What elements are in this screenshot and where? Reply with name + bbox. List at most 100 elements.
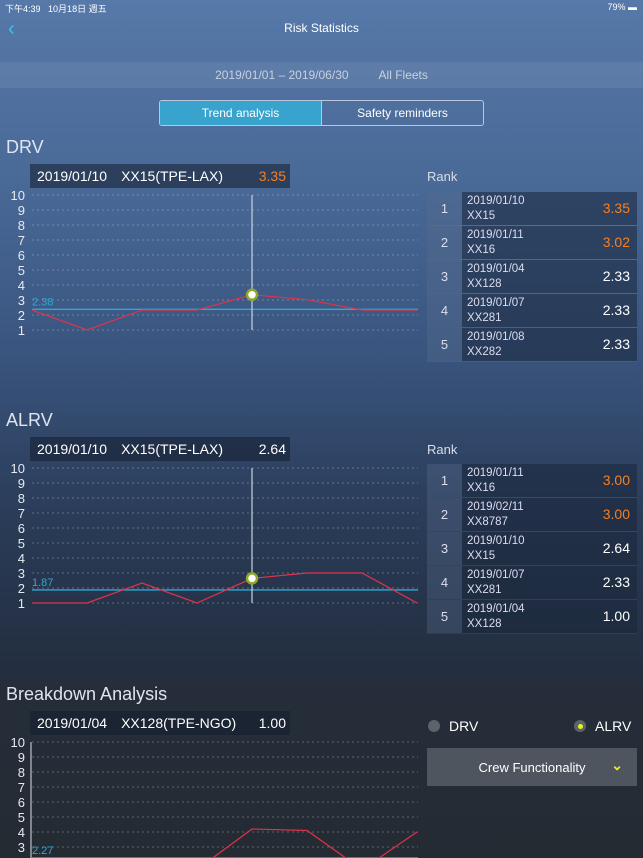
page-title: Risk Statistics (284, 21, 359, 35)
rank-value: 2.33 (602, 268, 630, 284)
y-tick-label: 3 (18, 840, 25, 855)
rank-value: 2.33 (602, 574, 630, 590)
rank-detail: 2019/01/11 XX16 3.00 (462, 464, 637, 497)
y-tick-label: 10 (11, 461, 25, 476)
rank-value: 1.00 (602, 608, 630, 624)
average-label: 2.38 (32, 296, 53, 308)
rank-detail: 2019/01/04 XX128 2.33 (462, 260, 637, 293)
rank-value: 2.33 (602, 336, 630, 352)
rank-row[interactable]: 5 2019/01/08 XX282 2.33 (427, 328, 637, 362)
y-tick-label: 2 (18, 308, 25, 323)
rank-value: 3.00 (602, 472, 630, 488)
rank-number: 5 (427, 600, 462, 633)
category-dropdown[interactable]: Crew Functionality ⌄ (427, 748, 637, 786)
rank-number: 2 (427, 226, 462, 259)
y-tick-label: 7 (18, 506, 25, 521)
selected-point (245, 288, 259, 301)
rank-value: 2.33 (602, 302, 630, 318)
drv-rank-table: 1 2019/01/10 XX15 3.35 2 2019/01/11 XX16 3.02 3 2… (427, 192, 637, 362)
average-label: 2.27 (32, 845, 53, 857)
rank-row[interactable]: 3 2019/01/10 XX15 2.64 (427, 532, 637, 566)
date-range[interactable]: 2019/01/01 – 2019/06/30 (215, 68, 348, 82)
rank-number: 1 (427, 192, 462, 225)
y-tick-label: 2 (18, 581, 25, 596)
y-tick-label: 4 (18, 551, 25, 566)
y-tick-label: 5 (18, 536, 25, 551)
breakdown-title: Breakdown Analysis (6, 684, 168, 704)
alrv-chart[interactable]: 12345678910 1.87 (0, 453, 430, 613)
y-tick-label: 1 (18, 596, 25, 611)
filter-bar[interactable]: 2019/01/01 – 2019/06/30 All Fleets (0, 62, 643, 88)
rank-number: 3 (427, 532, 462, 565)
y-tick-label: 6 (18, 248, 25, 263)
rank-row[interactable]: 1 2019/01/11 XX16 3.00 (427, 464, 637, 498)
y-tick-label: 6 (18, 521, 25, 536)
radio-drv[interactable]: DRV (428, 718, 478, 734)
y-tick-label: 8 (18, 218, 25, 233)
rank-detail: 2019/01/11 XX16 3.02 (462, 226, 637, 259)
chevron-down-icon: ⌄ (611, 757, 623, 773)
y-tick-label: 3 (18, 293, 25, 308)
tab-trend-analysis[interactable]: Trend analysis (160, 101, 322, 125)
rank-number: 3 (427, 260, 462, 293)
drv-section-title: DRV (6, 137, 44, 157)
rank-row[interactable]: 5 2019/01/04 XX128 1.00 (427, 600, 637, 634)
y-tick-label: 8 (18, 491, 25, 506)
status-battery: 79% ▬ (607, 2, 637, 12)
data-line (31, 294, 417, 331)
y-tick-label: 10 (11, 735, 25, 750)
rank-detail: 2019/01/10 XX15 3.35 (462, 192, 637, 225)
alrv-rank-label: Rank (427, 442, 458, 457)
rank-number: 4 (427, 566, 462, 599)
y-tick-label: 9 (18, 750, 25, 765)
alrv-rank-table: 1 2019/01/11 XX16 3.00 2 2019/02/11 XX8787 3.00… (427, 464, 637, 634)
rank-row[interactable]: 4 2019/01/07 XX281 2.33 (427, 566, 637, 600)
alrv-section-title: ALRV (6, 410, 53, 430)
y-tick-label: 1 (18, 323, 25, 338)
rank-row[interactable]: 1 2019/01/10 XX15 3.35 (427, 192, 637, 226)
breakdown-chart[interactable]: 123456789102.27 (0, 727, 430, 858)
rank-value: 2.64 (602, 540, 630, 556)
rank-detail: 2019/01/08 XX282 2.33 (462, 328, 637, 361)
rank-row[interactable]: 3 2019/01/04 XX128 2.33 (427, 260, 637, 294)
rank-detail: 2019/01/07 XX281 2.33 (462, 294, 637, 327)
rank-detail: 2019/01/07 XX281 2.33 (462, 566, 637, 599)
rank-number: 5 (427, 328, 462, 361)
y-tick-label: 4 (18, 825, 25, 840)
y-tick-label: 5 (18, 263, 25, 278)
rank-value: 3.35 (602, 200, 630, 216)
rank-row[interactable]: 2 2019/01/11 XX16 3.02 (427, 226, 637, 260)
rank-detail: 2019/01/04 XX128 1.00 (462, 600, 637, 633)
rank-detail: 2019/01/10 XX15 2.64 (462, 532, 637, 565)
selected-point (245, 572, 259, 585)
y-tick-label: 7 (18, 780, 25, 795)
rank-number: 1 (427, 464, 462, 497)
data-line (32, 572, 418, 604)
average-label: 1.87 (32, 577, 53, 589)
radio-alrv[interactable]: ALRV (574, 718, 631, 734)
status-time: 下午4:39 10月18日 週五 (5, 4, 107, 14)
radio-on-icon (574, 720, 586, 732)
rank-row[interactable]: 2 2019/02/11 XX8787 3.00 (427, 498, 637, 532)
y-tick-label: 9 (18, 476, 25, 491)
y-tick-label: 4 (18, 278, 25, 293)
y-tick-label: 3 (18, 566, 25, 581)
radio-off-icon (428, 720, 440, 732)
y-tick-label: 7 (18, 233, 25, 248)
rank-number: 2 (427, 498, 462, 531)
rank-row[interactable]: 4 2019/01/07 XX281 2.33 (427, 294, 637, 328)
drv-rank-label: Rank (427, 169, 458, 184)
rank-detail: 2019/02/11 XX8787 3.00 (462, 498, 637, 531)
fleet-filter[interactable]: All Fleets (379, 68, 428, 82)
y-tick-label: 9 (18, 203, 25, 218)
y-tick-label: 10 (11, 188, 25, 203)
tab-safety-reminders[interactable]: Safety reminders (322, 101, 483, 125)
rank-number: 4 (427, 294, 462, 327)
data-line (211, 828, 418, 858)
y-tick-label: 6 (18, 795, 25, 810)
y-tick-label: 8 (18, 765, 25, 780)
tab-switcher: Trend analysis Safety reminders (159, 100, 484, 126)
drv-chart[interactable]: 12345678910 2.38 (0, 180, 430, 340)
rank-value: 3.00 (602, 506, 630, 522)
y-tick-label: 5 (18, 810, 25, 825)
